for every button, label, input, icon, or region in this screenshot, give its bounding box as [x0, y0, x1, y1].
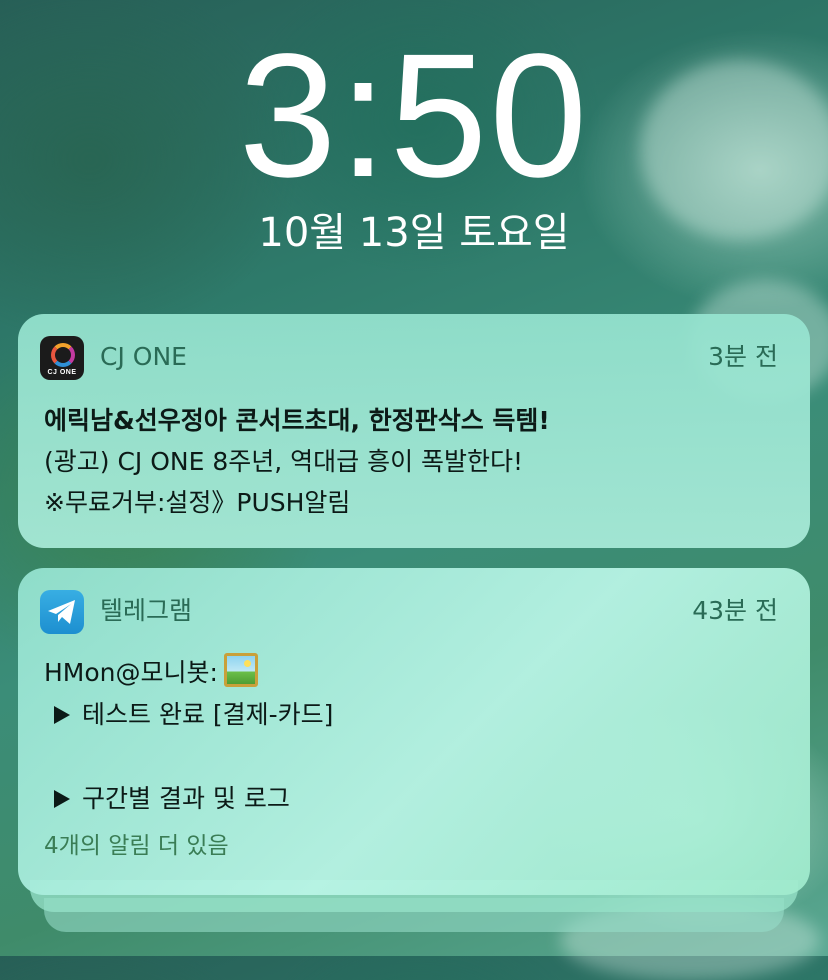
- notification-title: 에릭남&선우정아 콘서트초대, 한정판삭스 득템!: [44, 406, 550, 435]
- notification-time: 3분 전: [708, 342, 778, 371]
- lockscreen-clock: 3:50: [238, 18, 590, 214]
- framed-picture-icon: [223, 653, 258, 687]
- notification-line: 테스트 완료 [결제-카드]: [44, 694, 786, 736]
- notification-line: (광고) CJ ONE 8주년, 역대급 흥이 폭발한다!: [44, 447, 524, 476]
- notification-body: 에릭남&선우정아 콘서트초대, 한정판삭스 득템! (광고) CJ ONE 8주…: [44, 400, 786, 523]
- notification-app-name: 텔레그램: [100, 596, 193, 625]
- notification-cj-one[interactable]: CJ ONE CJ ONE 3분 전 에릭남&선우정아 콘서트초대, 한정판삭스…: [18, 314, 810, 548]
- notification-sender-line: HMon@모니봇:: [44, 652, 786, 694]
- lockscreen-date: 10월 13일 토요일: [258, 210, 570, 256]
- notification-line: 구간별 결과 및 로그: [44, 778, 786, 820]
- cj-one-icon: CJ ONE: [40, 336, 84, 380]
- notification-app-name: CJ ONE: [100, 342, 187, 371]
- more-notifications-label[interactable]: 4개의 알림 더 있음: [44, 826, 229, 866]
- notification-line: ※무료거부:설정》PUSH알림: [44, 488, 351, 517]
- notification-telegram[interactable]: 텔레그램 43분 전 HMon@모니봇: 테스트 완료 [결제-카드] 구간별 …: [18, 568, 810, 895]
- notification-sender: HMon@모니봇:: [44, 658, 218, 687]
- play-arrow-icon: [54, 790, 70, 808]
- notification-blank-line: [44, 736, 786, 778]
- notification-time: 43분 전: [692, 596, 778, 625]
- play-arrow-icon: [54, 706, 70, 724]
- notification-body: HMon@모니봇: 테스트 완료 [결제-카드] 구간별 결과 및 로그: [44, 652, 786, 820]
- notification-line-text: 테스트 완료 [결제-카드]: [82, 700, 334, 729]
- telegram-icon: [40, 590, 84, 634]
- notification-line-text: 구간별 결과 및 로그: [82, 784, 290, 813]
- cj-one-icon-label: CJ ONE: [47, 369, 77, 376]
